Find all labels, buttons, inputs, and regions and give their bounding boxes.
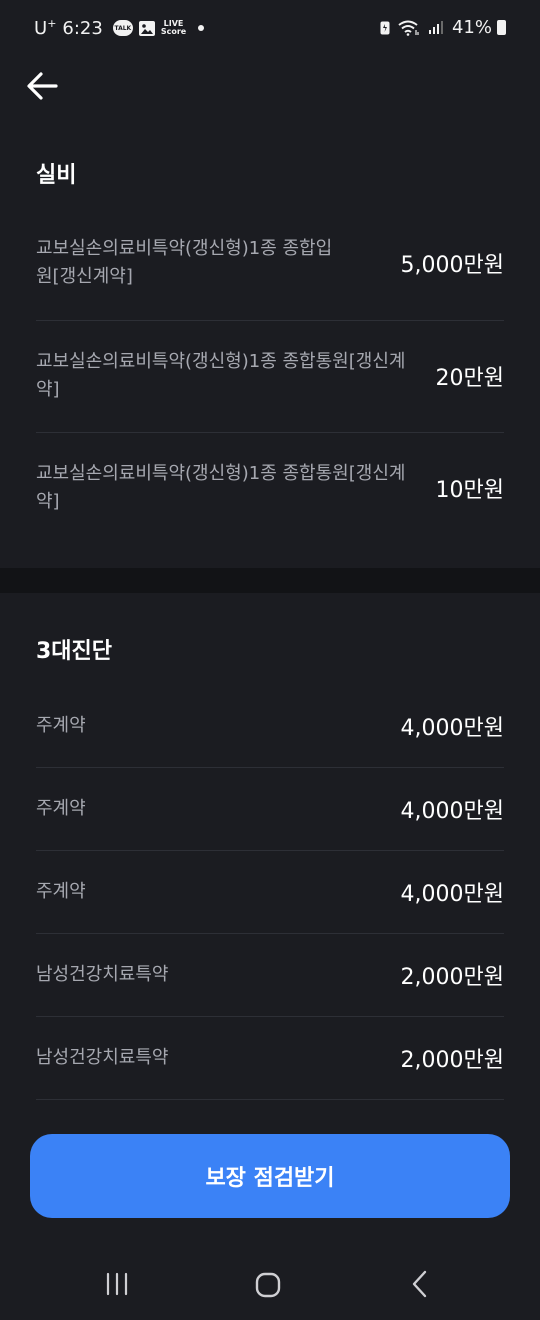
system-back-button[interactable]: [410, 1270, 430, 1302]
section-separator: [0, 568, 540, 593]
wifi-icon: [398, 20, 420, 36]
system-nav-bar: [0, 1240, 540, 1320]
coverage-amount: 2,000만원: [400, 1048, 504, 1073]
divider: [36, 1099, 504, 1100]
coverage-amount: 10만원: [435, 478, 504, 503]
coverage-name: 주계약: [36, 798, 86, 819]
recent-apps-button[interactable]: [104, 1272, 130, 1300]
coverage-row[interactable]: 주계약 4,000만원: [36, 789, 504, 829]
section-title-3-diagnosis: 3대진단: [36, 639, 113, 664]
coverage-amount: 4,000만원: [400, 882, 504, 907]
coverage-name: 교보실손의료비특약(갱신형)1종 종합통원[갱신계약]: [36, 351, 406, 400]
chevron-left-icon: [412, 1270, 427, 1298]
coverage-row[interactable]: 주계약 4,000만원: [36, 706, 504, 746]
coverage-row[interactable]: 남성건강치료특약 2,000만원: [36, 1038, 504, 1078]
recent-apps-icon: [106, 1272, 128, 1296]
status-bar: U+ 6:23 TALK LIVE Score 41%: [0, 0, 540, 58]
coverage-amount: 4,000만원: [400, 799, 504, 824]
signal-icon: [428, 20, 444, 35]
notification-dot-icon: [198, 25, 205, 31]
coverage-amount: 20만원: [435, 366, 504, 391]
divider: [36, 933, 504, 934]
divider: [36, 432, 504, 433]
arrow-left-icon: [27, 72, 58, 100]
battery-saver-icon: [380, 20, 390, 35]
section-title-silbi: 실비: [36, 163, 77, 188]
divider: [36, 320, 504, 321]
coverage-name: 남성건강치료특약: [36, 1047, 169, 1068]
divider: [36, 850, 504, 851]
talk-icon: TALK: [112, 20, 133, 36]
status-left: U+ 6:23 TALK LIVE Score: [34, 17, 210, 39]
battery-percent: 41%: [451, 17, 492, 38]
coverage-row[interactable]: 주계약 4,000만원: [36, 872, 504, 912]
battery-icon: [497, 20, 506, 35]
coverage-name: 주계약: [36, 881, 86, 902]
status-right: 41%: [380, 17, 506, 38]
coverage-name: 교보실손의료비특약(갱신형)1종 종합입원[갱신계약]: [36, 238, 333, 287]
coverage-name: 남성건강치료특약: [36, 964, 169, 985]
coverage-amount: 4,000만원: [400, 716, 504, 741]
coverage-name: 교보실손의료비특약(갱신형)1종 종합통원[갱신계약]: [36, 463, 406, 512]
coverage-amount: 2,000만원: [400, 965, 504, 990]
get-coverage-check-button[interactable]: 보장 점검받기: [30, 1134, 510, 1218]
divider: [36, 767, 504, 768]
coverage-amount: 5,000만원: [400, 253, 504, 278]
live-score-icon: LIVE Score: [161, 20, 186, 36]
home-icon: [255, 1272, 281, 1298]
coverage-row[interactable]: 교보실손의료비특약(갱신형)1종 종합입원[갱신계약] 5,000만원: [36, 232, 504, 294]
coverage-row[interactable]: 교보실손의료비특약(갱신형)1종 종합통원[갱신계약] 20만원: [36, 345, 504, 407]
coverage-name: 주계약: [36, 715, 86, 736]
coverage-row[interactable]: 교보실손의료비특약(갱신형)1종 종합통원[갱신계약] 10만원: [36, 457, 504, 519]
score-label: Score: [160, 27, 187, 36]
clock: 6:23: [62, 17, 103, 39]
carrier: U+: [34, 17, 57, 39]
back-button[interactable]: [24, 68, 64, 108]
coverage-row[interactable]: 남성건강치료특약 2,000만원: [36, 955, 504, 995]
home-button[interactable]: [255, 1272, 281, 1302]
divider: [36, 1016, 504, 1017]
gallery-icon: [138, 20, 155, 36]
